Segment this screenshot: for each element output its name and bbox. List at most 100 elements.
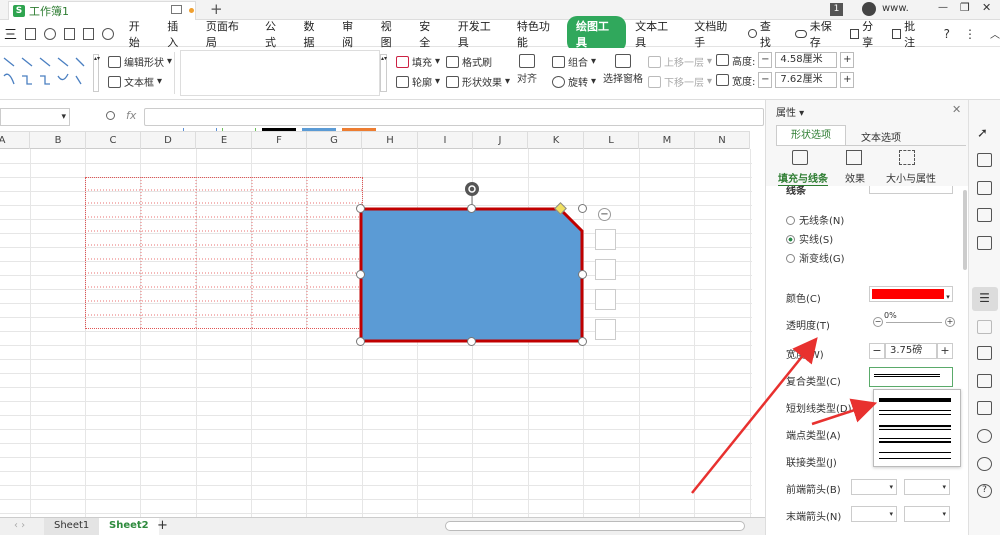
style-gallery-scroll-icon[interactable]: ▴▾: [380, 54, 387, 92]
quick-preview-icon[interactable]: [83, 27, 95, 40]
menu-security[interactable]: 安全: [410, 18, 449, 50]
crop-icon[interactable]: [977, 320, 992, 334]
resize-handle-se[interactable]: [578, 337, 587, 346]
cube-icon[interactable]: [977, 181, 992, 195]
export-icon[interactable]: [977, 374, 992, 388]
transparency-minus[interactable]: −: [873, 317, 883, 327]
line-width-input[interactable]: 3.75磅: [885, 343, 937, 359]
fill-line-icon[interactable]: [792, 150, 808, 165]
column-header-d[interactable]: D: [141, 132, 196, 150]
column-header-i[interactable]: I: [418, 132, 473, 150]
restore-button[interactable]: ❐: [960, 1, 970, 14]
end-arrow-size-dropdown[interactable]: ▾: [904, 506, 950, 522]
subtab-effect[interactable]: 效果: [845, 170, 865, 185]
table-icon[interactable]: [977, 208, 992, 222]
radio-no-line-dot[interactable]: [786, 216, 795, 225]
subtab-size[interactable]: 大小与属性: [886, 170, 936, 185]
collapse-float-icon[interactable]: −: [598, 208, 611, 221]
line-width-minus[interactable]: −: [869, 343, 885, 359]
group-button[interactable]: 组合 ▾: [552, 54, 596, 69]
menu-review[interactable]: 审阅: [333, 18, 372, 50]
properties-icon[interactable]: ☰: [977, 292, 992, 306]
menu-insert[interactable]: 插入: [158, 18, 197, 50]
shape-gallery[interactable]: [0, 54, 92, 90]
align-button[interactable]: 对齐: [517, 54, 537, 85]
menu-special[interactable]: 特色功能: [508, 18, 567, 50]
color-picker[interactable]: ▾: [869, 286, 953, 302]
end-arrow-dropdown[interactable]: ▾: [851, 506, 897, 522]
zoom-icon[interactable]: [106, 111, 115, 120]
menu-toggle[interactable]: 三: [0, 24, 21, 43]
collapse-ribbon-icon[interactable]: ︿: [990, 26, 1000, 41]
top-color-dropdown[interactable]: [869, 186, 953, 194]
column-header-g[interactable]: G: [307, 132, 362, 150]
gallery-scroll-icon[interactable]: ▴▾: [93, 54, 100, 92]
width-increase-button[interactable]: +: [840, 72, 855, 88]
size-props-icon[interactable]: [899, 150, 915, 165]
backup-icon[interactable]: [977, 429, 992, 443]
cloud-icon[interactable]: [795, 29, 807, 38]
resize-handle-nw[interactable]: [356, 204, 365, 213]
unsaved-status[interactable]: 未保存: [807, 18, 850, 50]
share-icon[interactable]: [849, 28, 860, 39]
share-button[interactable]: 分享: [859, 18, 892, 50]
width-decrease-button[interactable]: −: [758, 72, 773, 88]
column-header-l[interactable]: L: [584, 132, 639, 150]
search-button[interactable]: 查找: [757, 18, 790, 50]
image-search-icon[interactable]: [977, 346, 992, 360]
bring-forward-button[interactable]: 上移一层 ▾: [648, 54, 712, 69]
effect-icon[interactable]: [846, 150, 862, 165]
column-header-b[interactable]: B: [31, 132, 86, 150]
float-layout-icon[interactable]: [595, 319, 616, 340]
float-fill-icon[interactable]: [595, 259, 616, 280]
menu-text-tools[interactable]: 文本工具: [626, 18, 685, 50]
column-header-m[interactable]: M: [640, 132, 695, 150]
transparency-slider[interactable]: [886, 322, 942, 323]
compound-option-double[interactable]: [879, 410, 951, 415]
compound-option-triple[interactable]: [879, 452, 951, 459]
edit-shape-button[interactable]: 编辑形状 ▾: [108, 54, 172, 69]
user-name[interactable]: www.: [882, 3, 909, 14]
shape-effect-button[interactable]: 形状效果 ▾: [446, 74, 510, 89]
radio-gradient-line-dot[interactable]: [786, 254, 795, 263]
column-header-n[interactable]: N: [695, 132, 750, 150]
sheet-tab-1[interactable]: Sheet1: [44, 518, 100, 535]
comment-icon[interactable]: [891, 28, 902, 39]
panel-close-icon[interactable]: ✕: [952, 103, 961, 116]
begin-arrow-dropdown[interactable]: ▾: [851, 479, 897, 495]
width-input[interactable]: 7.62厘米: [775, 72, 838, 88]
radio-solid-line[interactable]: 实线(S): [786, 231, 833, 246]
menu-data[interactable]: 数据: [295, 18, 334, 50]
subtab-fill-line[interactable]: 填充与线条: [778, 170, 828, 187]
height-increase-button[interactable]: +: [840, 52, 855, 68]
menu-doc-helper[interactable]: 文档助手: [685, 18, 744, 50]
cell-grid[interactable]: −: [0, 149, 752, 517]
chart-icon[interactable]: [977, 236, 992, 250]
quick-save-icon[interactable]: [25, 27, 37, 40]
menu-page-layout[interactable]: 页面布局: [197, 18, 256, 50]
history-icon[interactable]: [977, 457, 992, 471]
column-header-j[interactable]: J: [473, 132, 528, 150]
avatar[interactable]: [862, 2, 876, 16]
height-input[interactable]: 4.58厘米: [775, 52, 838, 68]
tab-shape-options[interactable]: 形状选项: [776, 125, 846, 145]
add-sheet-button[interactable]: +: [147, 518, 178, 535]
horizontal-scrollbar[interactable]: [445, 521, 745, 531]
resize-handle-ne[interactable]: [578, 204, 587, 213]
float-outline-icon[interactable]: [595, 289, 616, 310]
help-icon[interactable]: ?: [944, 27, 950, 41]
column-header-a[interactable]: A: [0, 132, 30, 150]
format-painter-button[interactable]: 格式刷: [446, 54, 492, 69]
resize-handle-sw[interactable]: [356, 337, 365, 346]
menu-drawing-tools[interactable]: 绘图工具: [567, 15, 627, 52]
resize-handle-e[interactable]: [578, 270, 587, 279]
sheet-nav-icon[interactable]: ‹ ›: [4, 518, 35, 535]
column-header-h[interactable]: H: [363, 132, 418, 150]
tab-text-options[interactable]: 文本选项: [861, 129, 901, 144]
formula-input[interactable]: [144, 108, 764, 126]
transparency-plus[interactable]: +: [945, 317, 955, 327]
quick-undo-icon[interactable]: [44, 27, 56, 40]
compound-option-single[interactable]: [879, 398, 951, 402]
pointer-icon[interactable]: ➚: [977, 126, 992, 141]
selection-pane-button[interactable]: 选择窗格: [603, 54, 643, 85]
